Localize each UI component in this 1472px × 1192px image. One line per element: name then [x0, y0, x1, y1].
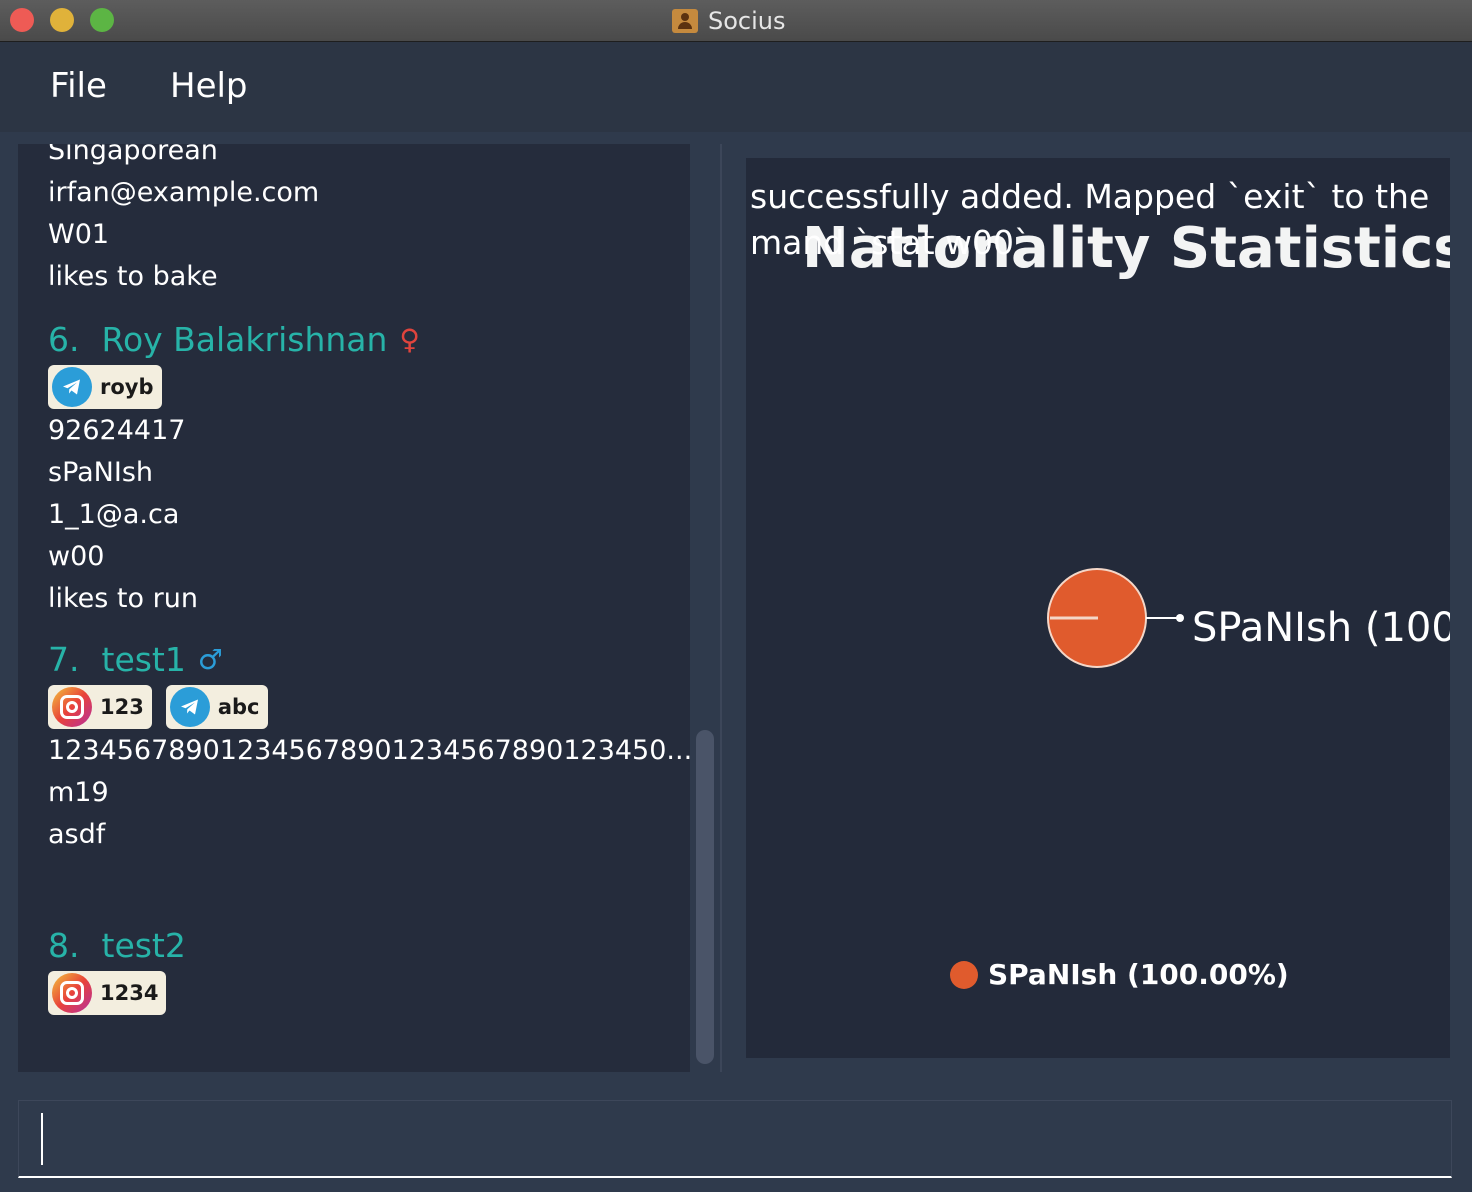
person-phone: 92624417 [48, 415, 186, 446]
male-icon: ♂ [197, 643, 223, 676]
social-tag[interactable]: 123 [48, 685, 152, 729]
window-title-text: Socius [708, 7, 786, 35]
telegram-icon [169, 687, 210, 727]
person-email: irfan@example.com [48, 177, 320, 208]
person-name-line: 8. test2 [48, 922, 186, 970]
person-index: 6. [48, 320, 80, 359]
person-nationality: Singaporean [48, 144, 218, 166]
person-card[interactable]: 8. test2 1234 [48, 922, 186, 1016]
window-title-bar: Socius [0, 0, 1472, 42]
person-tutorial-group: m19 [48, 777, 109, 808]
window-title: Socius [672, 6, 786, 36]
person-name: test2 [101, 926, 186, 965]
menu-file[interactable]: File [50, 66, 107, 106]
person-index: 8. [48, 926, 80, 965]
person-remark: asdf [48, 819, 106, 850]
social-tags: 1234 [48, 970, 186, 1016]
legend-label: SPaNIsh (100.00%) [988, 958, 1289, 991]
social-tag[interactable]: royb [48, 365, 162, 409]
social-tags: royb [48, 364, 420, 410]
person-tutorial-group: W01 [48, 219, 110, 250]
person-name: test1 [101, 640, 186, 679]
menu-help[interactable]: Help [170, 66, 248, 106]
person-list-scrollbar[interactable] [696, 730, 714, 1064]
person-card[interactable]: Singaporean irfan@example.com W01 likes … [48, 144, 319, 298]
person-tutorial-group: w00 [48, 541, 105, 572]
panel-border-bottom [746, 1058, 1450, 1072]
social-handle: abc [217, 695, 260, 719]
social-handle: 1234 [100, 981, 159, 1005]
social-tag[interactable]: abc [165, 685, 268, 729]
person-card[interactable]: 6. Roy Balakrishnan ♀ royb 92624417 sPaN… [48, 316, 420, 620]
telegram-icon [52, 367, 92, 407]
person-name: Roy Balakrishnan [101, 320, 388, 359]
text-cursor [41, 1113, 43, 1165]
female-icon: ♀ [399, 323, 420, 356]
person-nationality: sPaNIsh [48, 457, 154, 488]
command-input[interactable] [18, 1100, 1452, 1178]
maximize-window-button[interactable] [90, 8, 114, 32]
social-tag[interactable]: 1234 [48, 971, 167, 1015]
person-phone: 123456789012345678901234567890123450... [48, 735, 690, 766]
slice-label: SPaNIsh (100. [1192, 605, 1450, 651]
social-handle: 123 [100, 695, 144, 719]
pie-chart: SPaNIsh (100. [1047, 568, 1450, 668]
slice-label-dot [1176, 614, 1184, 622]
close-window-button[interactable] [10, 8, 34, 32]
instagram-icon [52, 687, 92, 727]
social-handle: royb [100, 375, 154, 399]
person-index: 7. [48, 640, 80, 679]
person-remark: likes to run [48, 583, 198, 614]
result-panel: successfully added. Mapped `exit` to the… [746, 144, 1450, 1072]
person-list-panel[interactable]: Singaporean irfan@example.com W01 likes … [18, 144, 690, 1072]
minimize-window-button[interactable] [50, 8, 74, 32]
contacts-app-icon [672, 9, 698, 33]
legend-swatch [950, 960, 978, 989]
instagram-icon [52, 973, 92, 1013]
person-name-line: 6. Roy Balakrishnan ♀ [48, 316, 420, 364]
person-card[interactable]: 7. test1 ♂ 123 abc 123456789012345678901… [48, 636, 690, 856]
panel-divider[interactable] [720, 144, 722, 1072]
person-remark: likes to bake [48, 261, 218, 292]
person-email: 1_1@a.ca [48, 499, 180, 530]
menu-bar: File Help [0, 42, 1472, 132]
chart-legend: SPaNIsh (100.00%) [950, 958, 1289, 991]
person-name-line: 7. test1 ♂ [48, 636, 690, 684]
social-tags: 123 abc [48, 684, 690, 730]
